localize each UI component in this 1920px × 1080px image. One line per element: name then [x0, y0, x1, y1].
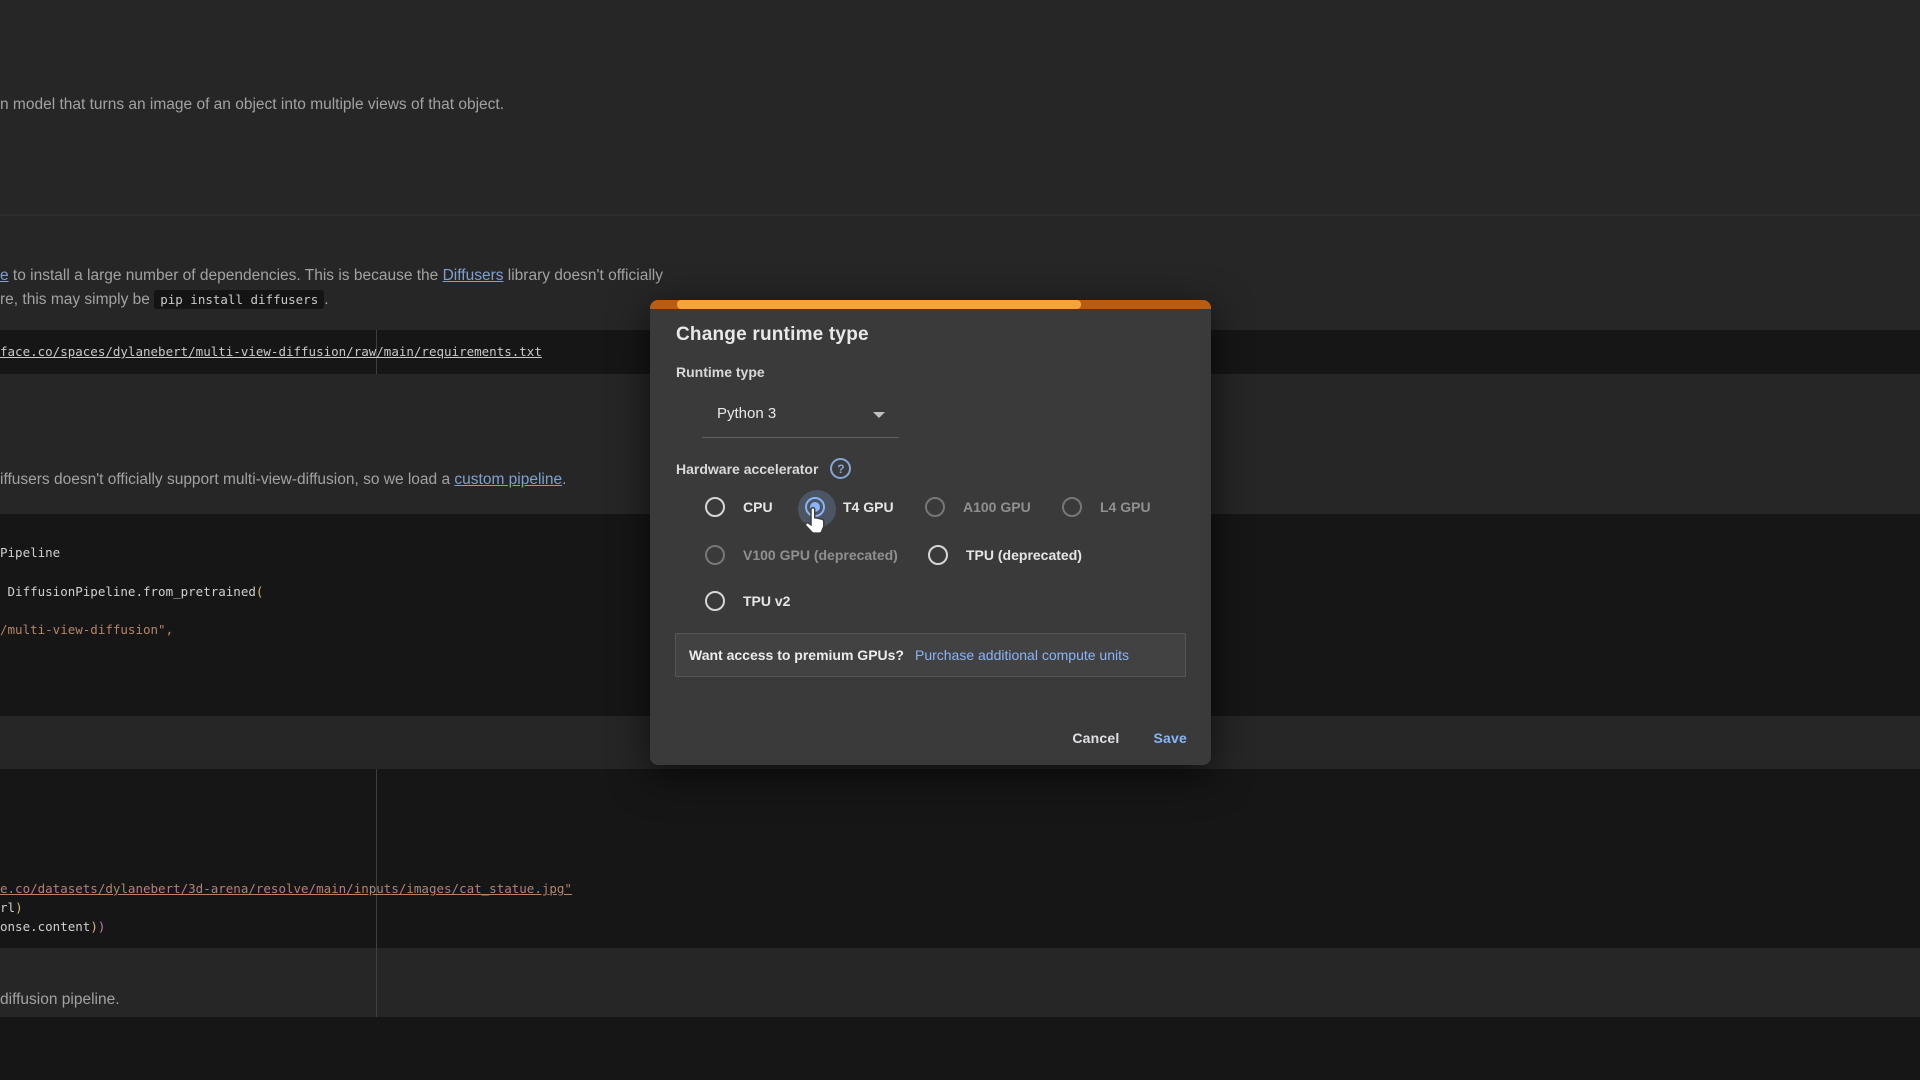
runtime-type-value: Python 3 [717, 390, 776, 438]
radio-label: L4 GPU [1100, 499, 1151, 515]
dialog-title: Change runtime type [676, 324, 869, 346]
change-runtime-type-dialog: Change runtime type Runtime type Python … [650, 300, 1211, 765]
runtime-type-label: Runtime type [676, 364, 765, 380]
radio-tpu-v2[interactable]: TPU v2 [705, 589, 790, 613]
radio-button-icon [705, 591, 725, 611]
radio-label: CPU [743, 499, 773, 515]
radio-label: V100 GPU (deprecated) [743, 547, 898, 563]
radio-label: TPU (deprecated) [966, 547, 1082, 563]
help-icon[interactable]: ? [830, 458, 851, 479]
hand-cursor-icon [802, 506, 830, 536]
radio-a100-gpu[interactable]: A100 GPU [925, 495, 1031, 519]
save-button[interactable]: Save [1154, 730, 1188, 746]
hardware-accelerator-label: Hardware accelerator [676, 461, 818, 477]
radio-button-icon [705, 545, 725, 565]
radio-cpu[interactable]: CPU [705, 495, 773, 519]
radio-label: A100 GPU [963, 499, 1031, 515]
banner-text: Want access to premium GPUs? [689, 647, 904, 663]
radio-button-icon [925, 497, 945, 517]
radio-button-icon [1062, 497, 1082, 517]
radio-button-icon [705, 497, 725, 517]
radio-l4-gpu[interactable]: L4 GPU [1062, 495, 1151, 519]
dialog-actions: Cancel Save [1072, 723, 1187, 753]
premium-gpu-banner: Want access to premium GPUs? Purchase ad… [675, 633, 1186, 677]
radio-tpu-deprecated[interactable]: TPU (deprecated) [928, 543, 1082, 567]
hardware-accelerator-row: Hardware accelerator ? [676, 458, 851, 479]
radio-label: TPU v2 [743, 593, 790, 609]
dialog-progress-bar [677, 300, 1081, 309]
chevron-down-icon [873, 412, 885, 418]
radio-label: T4 GPU [843, 499, 894, 515]
runtime-type-dropdown[interactable]: Python 3 [702, 390, 899, 438]
cancel-button[interactable]: Cancel [1072, 730, 1119, 746]
radio-v100-gpu[interactable]: V100 GPU (deprecated) [705, 543, 898, 567]
colab-page: n model that turns an image of an object… [0, 0, 1920, 1080]
radio-button-icon [928, 545, 948, 565]
purchase-compute-units-link[interactable]: Purchase additional compute units [915, 647, 1129, 663]
dialog-progress-bar-track [650, 300, 1211, 309]
